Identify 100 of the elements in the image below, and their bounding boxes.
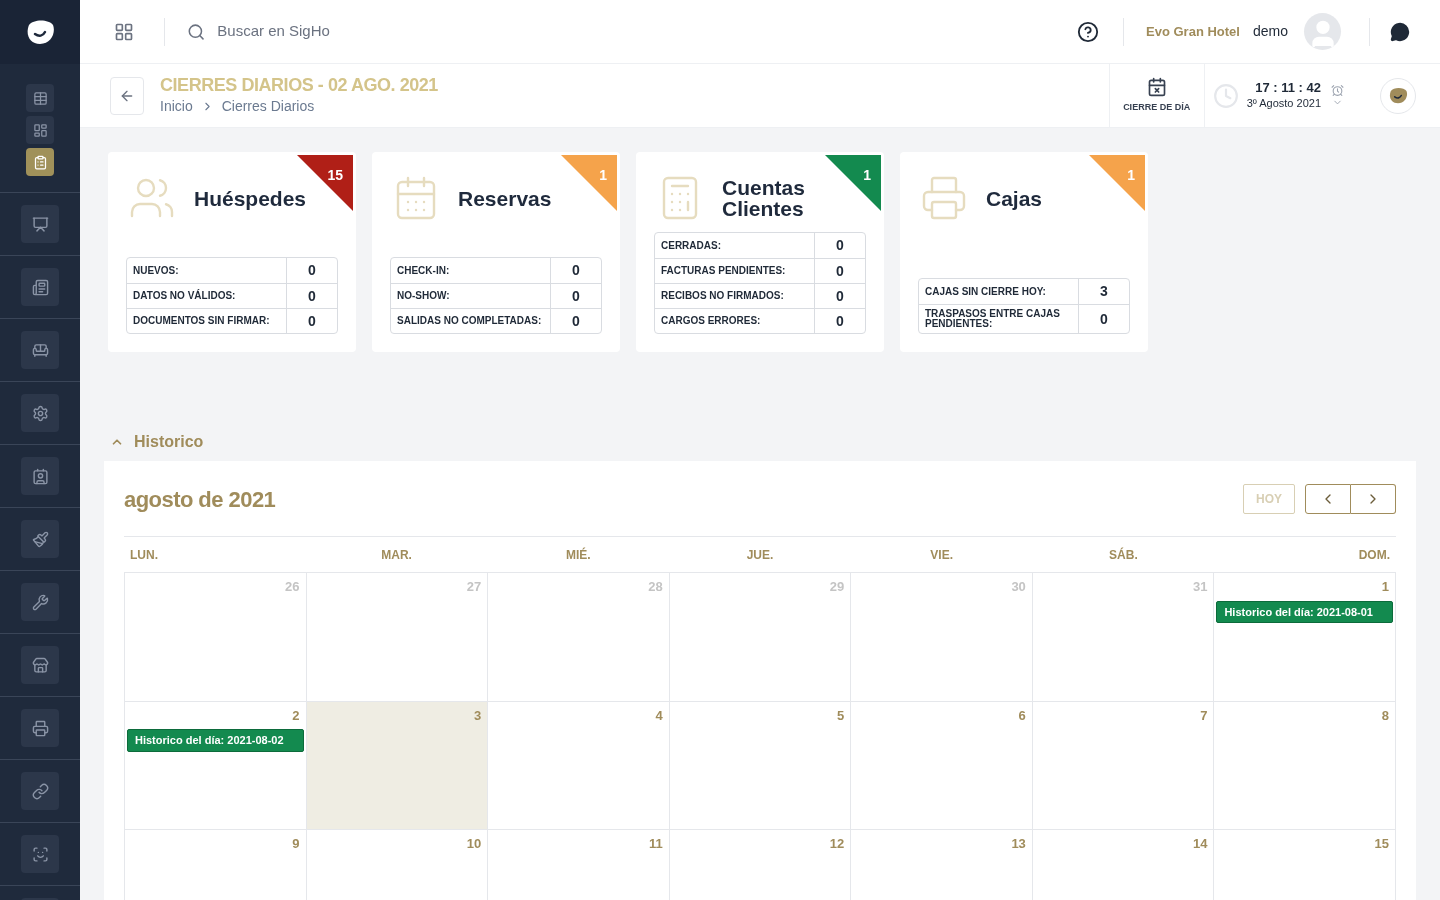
stat-label: CERRADAS: (655, 233, 815, 258)
sidebar-item[interactable] (26, 116, 54, 144)
dashboard-icon (114, 21, 134, 42)
sidebar-item[interactable] (21, 268, 59, 306)
weekday-label: DOM. (1358, 546, 1390, 564)
sidebar-item[interactable] (21, 583, 59, 621)
day-cell[interactable]: 30 (851, 573, 1033, 702)
sidebar-item[interactable] (21, 331, 59, 369)
sidebar-item[interactable] (21, 205, 59, 243)
clock-time: 17 : 11 : 42 (1255, 79, 1321, 95)
link-icon (31, 782, 49, 800)
day-cell[interactable]: 2 Historico del día: 2021-08-02 (125, 701, 307, 830)
day-number: 29 (829, 578, 846, 596)
calendar-x-icon (1146, 76, 1167, 97)
day-cell[interactable]: 26 (125, 573, 307, 702)
weekday-label: LUN. (130, 546, 158, 564)
day-number: 26 (285, 578, 301, 596)
day-cell[interactable]: 6 (851, 701, 1033, 830)
calendar-event[interactable]: Historico del día: 2021-08-02 (127, 729, 304, 752)
day-cell[interactable]: 4 (488, 701, 670, 830)
day-cell[interactable]: 5 (669, 701, 852, 830)
breadcrumb-link[interactable]: Inicio (160, 96, 193, 117)
day-cell[interactable]: 29 (669, 573, 852, 702)
clipboard-icon (32, 154, 48, 170)
clock-icon (1212, 82, 1239, 109)
day-number: 13 (1011, 835, 1027, 853)
stat-label: NO-SHOW: (391, 283, 551, 308)
day-number: 6 (1018, 706, 1027, 725)
stat-value: 0 (835, 236, 845, 255)
day-number: 27 (466, 578, 483, 596)
stat-label: DATOS NO VÁLIDOS: (127, 283, 287, 308)
stat-label: TRASPASOS ENTRE CAJAS PENDIENTES: (919, 304, 1079, 333)
day-number: 30 (1011, 578, 1027, 596)
sidebar-item[interactable] (21, 835, 59, 873)
day-number: 14 (1192, 835, 1209, 853)
sidebar-item[interactable] (21, 394, 59, 432)
day-cell[interactable]: 1 Historico del día: 2021-08-01 (1214, 573, 1396, 702)
dashboard-icon (32, 122, 48, 138)
stat-value: 0 (571, 261, 581, 280)
day-cell[interactable]: 28 (488, 573, 670, 702)
stat-label: RECIBOS NO FIRMADOS: (655, 283, 815, 308)
stat-label: DOCUMENTOS SIN FIRMAR: (127, 308, 287, 333)
previous-button[interactable] (1305, 484, 1351, 514)
calendar-event[interactable]: Historico del día: 2021-08-01 (1216, 600, 1393, 623)
day-cell[interactable]: 31 (1032, 573, 1215, 702)
day-cell[interactable]: 27 (306, 573, 489, 702)
user-name[interactable]: demo (1252, 21, 1288, 42)
search-icon (187, 21, 206, 42)
table-icon (32, 90, 48, 106)
sidebar-item[interactable] (21, 772, 59, 810)
back-button[interactable] (110, 76, 144, 115)
card-title: Reservas (458, 187, 553, 209)
stat-value: 0 (1079, 304, 1129, 333)
weekday-label: MIÉ. (565, 546, 591, 564)
clock-date: 3º Agosto 2021 (1246, 95, 1321, 111)
sidebar-item[interactable] (26, 148, 54, 176)
day-number: 7 (1200, 706, 1209, 725)
brush-icon (31, 530, 49, 548)
stat-value: 0 (815, 308, 865, 333)
day-number: 31 (1192, 578, 1209, 596)
count-badge: 1 (561, 155, 617, 211)
stat-value: 0 (307, 261, 317, 280)
sidebar-item[interactable] (26, 84, 54, 112)
logo-icon (25, 19, 55, 45)
day-number: 1 (1381, 578, 1390, 596)
weekday-label: VIE. (930, 546, 954, 564)
day-number: 10 (466, 835, 483, 853)
sidebar-item[interactable] (21, 457, 59, 495)
sofa-icon (31, 341, 49, 359)
next-button[interactable] (1351, 484, 1396, 514)
tools-icon (31, 593, 49, 611)
breadcrumb-current: Cierres Diarios (221, 97, 315, 116)
sidebar-item[interactable] (21, 646, 59, 684)
hotel-name[interactable]: Evo Gran Hotel (1146, 21, 1240, 42)
day-cell[interactable]: 7 (1032, 701, 1215, 830)
stat-value: 3 (1099, 282, 1109, 301)
newspaper-icon (31, 278, 49, 296)
sidebar-item[interactable] (21, 709, 59, 747)
chat-button[interactable] (1390, 21, 1410, 42)
day-cell[interactable]: 3 (306, 701, 489, 830)
weekday-label: MAR. (381, 546, 412, 564)
day-cell[interactable]: 8 (1214, 701, 1396, 830)
day-number: 4 (655, 706, 664, 725)
close-day-button[interactable]: CIERRE DE DÍA (1108, 64, 1204, 127)
stat-label: NUEVOS: (127, 258, 287, 283)
help-button[interactable] (1077, 20, 1100, 43)
stat-value: 0 (815, 258, 865, 283)
weekday-label: SÁB. (1109, 546, 1138, 564)
gear-icon (31, 404, 49, 422)
store-icon (31, 656, 49, 674)
day-number: 12 (829, 835, 846, 853)
card-title: Cajas (986, 187, 1044, 209)
sidebar-item[interactable] (21, 520, 59, 558)
day-number: 8 (1381, 706, 1390, 725)
section-toggle[interactable]: Historico (110, 430, 204, 454)
alarm-icon (1331, 83, 1344, 97)
stat-value: 0 (815, 283, 865, 308)
printer-icon (31, 719, 49, 737)
logo-icon (1388, 87, 1408, 104)
search-field[interactable]: Buscar en SigHo (217, 20, 547, 43)
